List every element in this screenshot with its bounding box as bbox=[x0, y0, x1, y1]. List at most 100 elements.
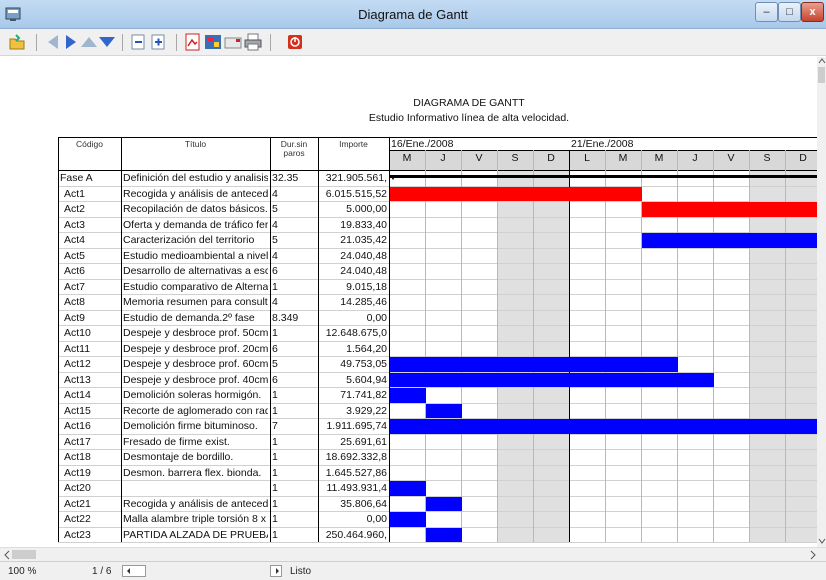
row-line bbox=[58, 325, 817, 326]
row-code: Act19 bbox=[64, 466, 91, 479]
task-bar[interactable] bbox=[642, 202, 817, 217]
task-bar[interactable] bbox=[426, 496, 462, 511]
row-amount: 6.015.515,52 bbox=[325, 187, 387, 200]
day-label: M bbox=[654, 152, 664, 164]
close-report-icon[interactable] bbox=[286, 33, 304, 51]
row-amount: 19.833,40 bbox=[340, 218, 387, 231]
day-line bbox=[533, 150, 534, 542]
row-code: Act11 bbox=[64, 342, 91, 355]
task-bar[interactable] bbox=[642, 233, 817, 248]
row-title: Memoria resumen para consulta bbox=[123, 296, 268, 308]
row-amount: 18.692.332,8 bbox=[325, 451, 387, 463]
row-line bbox=[58, 216, 817, 218]
row-duration: 1 bbox=[272, 327, 278, 339]
row-amount: 1.911.695,74 bbox=[326, 420, 387, 432]
close-button[interactable]: x bbox=[801, 2, 824, 22]
maximize-button[interactable]: □ bbox=[778, 2, 801, 22]
row-duration: 4 bbox=[272, 249, 278, 262]
scroll-left-icon[interactable] bbox=[2, 550, 12, 560]
task-bar[interactable] bbox=[390, 512, 426, 527]
row-line bbox=[58, 294, 817, 295]
row-amount: 5.000,00 bbox=[346, 203, 387, 215]
scroll-right-icon[interactable] bbox=[808, 550, 818, 560]
last-page-icon[interactable] bbox=[98, 33, 116, 51]
page-slider-right-icon[interactable] bbox=[272, 566, 282, 576]
row-code: Act23 bbox=[64, 528, 91, 541]
page-slider-left-icon[interactable] bbox=[124, 566, 134, 576]
row-line bbox=[58, 480, 817, 481]
next-page-icon[interactable] bbox=[62, 33, 80, 51]
row-code: Act12 bbox=[64, 358, 91, 370]
row-duration: 7 bbox=[272, 420, 278, 432]
print-icon[interactable] bbox=[244, 33, 262, 51]
task-bar[interactable] bbox=[426, 403, 462, 418]
export-pdf-icon[interactable] bbox=[184, 33, 202, 51]
column-header-code: Código bbox=[76, 139, 103, 149]
task-bar[interactable] bbox=[390, 419, 817, 434]
zoom-out-icon[interactable] bbox=[130, 33, 148, 51]
row-code: Act8 bbox=[64, 296, 86, 308]
scroll-down-icon[interactable] bbox=[818, 537, 826, 545]
task-bar[interactable] bbox=[426, 527, 462, 542]
day-label: M bbox=[402, 152, 412, 164]
first-page-icon[interactable] bbox=[44, 33, 62, 51]
week-divider-line bbox=[389, 150, 817, 151]
page-slider[interactable] bbox=[122, 565, 146, 577]
task-bar[interactable] bbox=[390, 481, 426, 496]
row-title: Demolición firme bituminoso. bbox=[123, 420, 258, 432]
row-duration: 6 bbox=[272, 373, 278, 386]
row-title: Despeje y desbroce prof. 40cm bbox=[123, 373, 268, 386]
row-code: Act4 bbox=[64, 234, 86, 246]
day-line bbox=[569, 150, 570, 542]
summary-bar[interactable] bbox=[390, 175, 817, 178]
zoom-in-icon[interactable] bbox=[150, 33, 168, 51]
day-label: V bbox=[475, 152, 483, 164]
row-duration: 1 bbox=[272, 513, 278, 525]
vertical-scroll-thumb[interactable] bbox=[818, 67, 825, 83]
row-amount: 321.905.561, bbox=[325, 172, 387, 184]
row-title: Recorte de aglomerado con radi bbox=[123, 404, 268, 417]
row-duration: 4 bbox=[272, 218, 278, 231]
row-duration: 5 bbox=[272, 234, 278, 246]
row-amount: 71.741,82 bbox=[340, 389, 387, 401]
summary-bar-marker bbox=[390, 175, 396, 180]
report-view[interactable]: DIAGRAMA DE GANTT Estudio Informativo lí… bbox=[0, 57, 817, 547]
report-title: DIAGRAMA DE GANTT bbox=[413, 97, 525, 109]
row-line bbox=[58, 309, 817, 311]
row-title: Caracterización del territorio bbox=[123, 234, 255, 246]
previous-page-icon[interactable] bbox=[80, 33, 98, 51]
open-icon[interactable] bbox=[8, 33, 26, 51]
row-code: Act17 bbox=[64, 435, 91, 448]
horizontal-scroll-thumb[interactable] bbox=[12, 550, 36, 559]
row-amount: 24.040,48 bbox=[340, 249, 387, 262]
row-title: Despeje y desbroce prof. 60cm bbox=[123, 358, 268, 370]
status-text: Listo bbox=[290, 566, 312, 577]
column-header-title: Título bbox=[184, 139, 207, 149]
vertical-scrollbar[interactable] bbox=[817, 57, 826, 547]
day-label: J bbox=[692, 152, 698, 164]
export-image-icon[interactable] bbox=[204, 33, 222, 51]
row-amount: 21.035,42 bbox=[340, 234, 387, 246]
horizontal-scrollbar[interactable] bbox=[0, 547, 826, 561]
page-indicator: 1 / 6 bbox=[92, 566, 112, 577]
minimize-button[interactable]: – bbox=[755, 2, 778, 22]
row-line bbox=[58, 170, 817, 171]
page-slider-right[interactable] bbox=[270, 565, 282, 577]
row-line bbox=[58, 511, 817, 512]
row-title: PARTIDA ALZADA DE PRUEBA bbox=[123, 528, 268, 541]
export-file-icon[interactable] bbox=[224, 33, 242, 51]
status-bar: 100 % 1 / 6 Listo bbox=[0, 561, 826, 580]
row-amount: 0,00 bbox=[366, 311, 387, 324]
row-amount: 250.464.960, bbox=[325, 528, 387, 541]
column-line bbox=[121, 137, 122, 542]
row-title: Recogida y análisis de antecede bbox=[123, 187, 268, 200]
scroll-up-icon[interactable] bbox=[818, 57, 826, 65]
task-bar[interactable] bbox=[390, 186, 642, 201]
row-code: Act22 bbox=[64, 513, 91, 525]
week-label: 16/Ene./2008 bbox=[391, 138, 454, 150]
week-label: 21/Ene./2008 bbox=[571, 138, 634, 150]
task-bar[interactable] bbox=[390, 357, 678, 372]
task-bar[interactable] bbox=[390, 372, 714, 387]
day-line bbox=[497, 150, 498, 542]
task-bar[interactable] bbox=[390, 388, 426, 403]
